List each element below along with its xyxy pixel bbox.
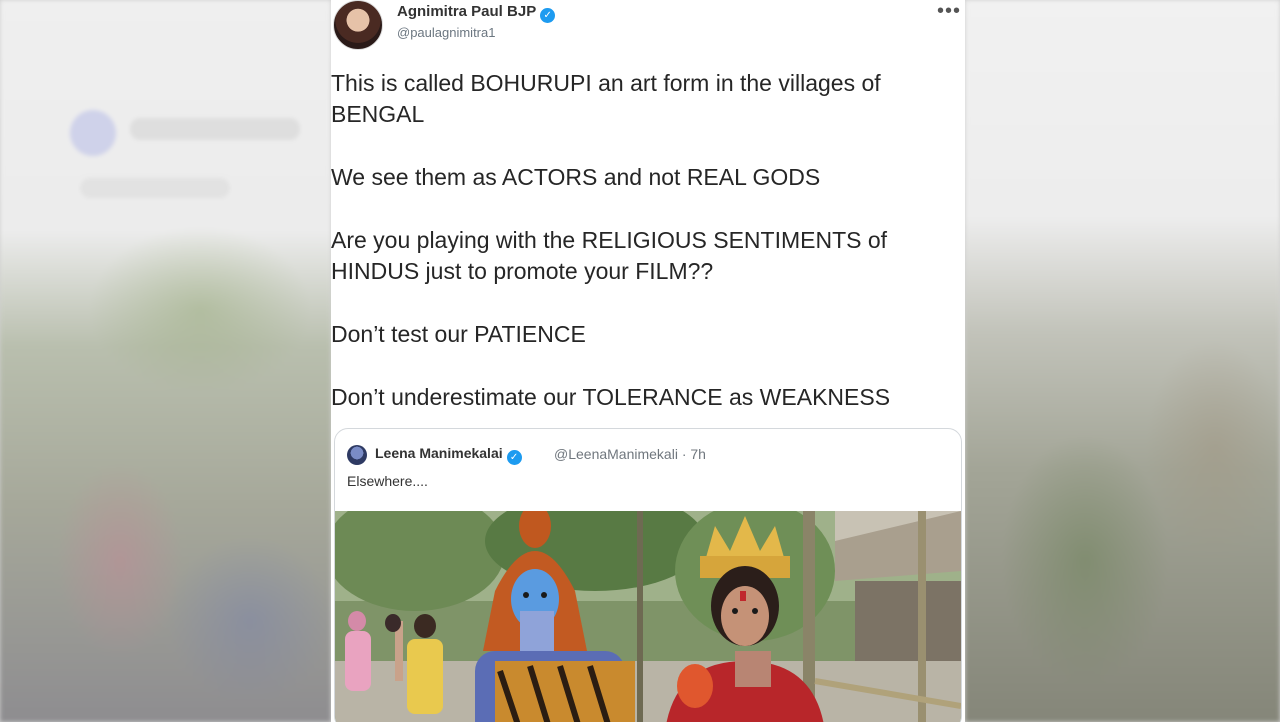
verified-badge-icon: ✓ (540, 8, 556, 23)
author-handle[interactable]: @paulagnimitra1 (397, 25, 495, 40)
quoted-handle-time: @LeenaManimekali · 7h (554, 446, 706, 462)
tweet-paragraph: Don’t test our PATIENCE (331, 321, 586, 347)
quoted-author-name-text[interactable]: Leena Manimekalai (375, 445, 503, 461)
blurred-background-right (965, 0, 1280, 722)
quoted-text: Elsewhere.... (347, 473, 428, 489)
quoted-avatar[interactable] (347, 445, 367, 465)
tweet-paragraph: We see them as ACTORS and not REAL GODS (331, 164, 821, 190)
tweet-paragraph: Are you playing with the RELIGIOUS SENTI… (331, 227, 888, 284)
screenshot-stage: Agnimitra Paul BJP ✓ @paulagnimitra1 ••• … (0, 0, 1280, 722)
author-name-text[interactable]: Agnimitra Paul BJP (397, 3, 536, 20)
tweet-paragraph: This is called BOHURUPI an art form in t… (331, 70, 881, 127)
blurred-avatar-shape (70, 110, 116, 156)
tweet-header: Agnimitra Paul BJP ✓ @paulagnimitra1 ••• (331, 0, 965, 56)
photo-image (335, 511, 961, 722)
blurred-text-shape (80, 178, 230, 198)
tweet-body: This is called BOHURUPI an art form in t… (331, 68, 961, 445)
blurred-background-left (0, 0, 331, 722)
tweet-card[interactable]: Agnimitra Paul BJP ✓ @paulagnimitra1 ••• … (331, 0, 965, 722)
author-name[interactable]: Agnimitra Paul BJP ✓ (397, 3, 556, 23)
avatar[interactable] (333, 0, 383, 50)
blurred-text-shape (130, 118, 300, 140)
quoted-tweet[interactable]: Leena Manimekalai ✓ @LeenaManimekali · 7h… (334, 428, 962, 722)
tweet-paragraph: Don’t underestimate our TOLERANCE as WEA… (331, 384, 891, 410)
quoted-author-name[interactable]: Leena Manimekalai ✓ (375, 445, 522, 465)
more-horizontal-icon[interactable]: ••• (937, 0, 961, 23)
quoted-photo[interactable] (335, 511, 961, 722)
verified-badge-icon: ✓ (506, 450, 522, 465)
